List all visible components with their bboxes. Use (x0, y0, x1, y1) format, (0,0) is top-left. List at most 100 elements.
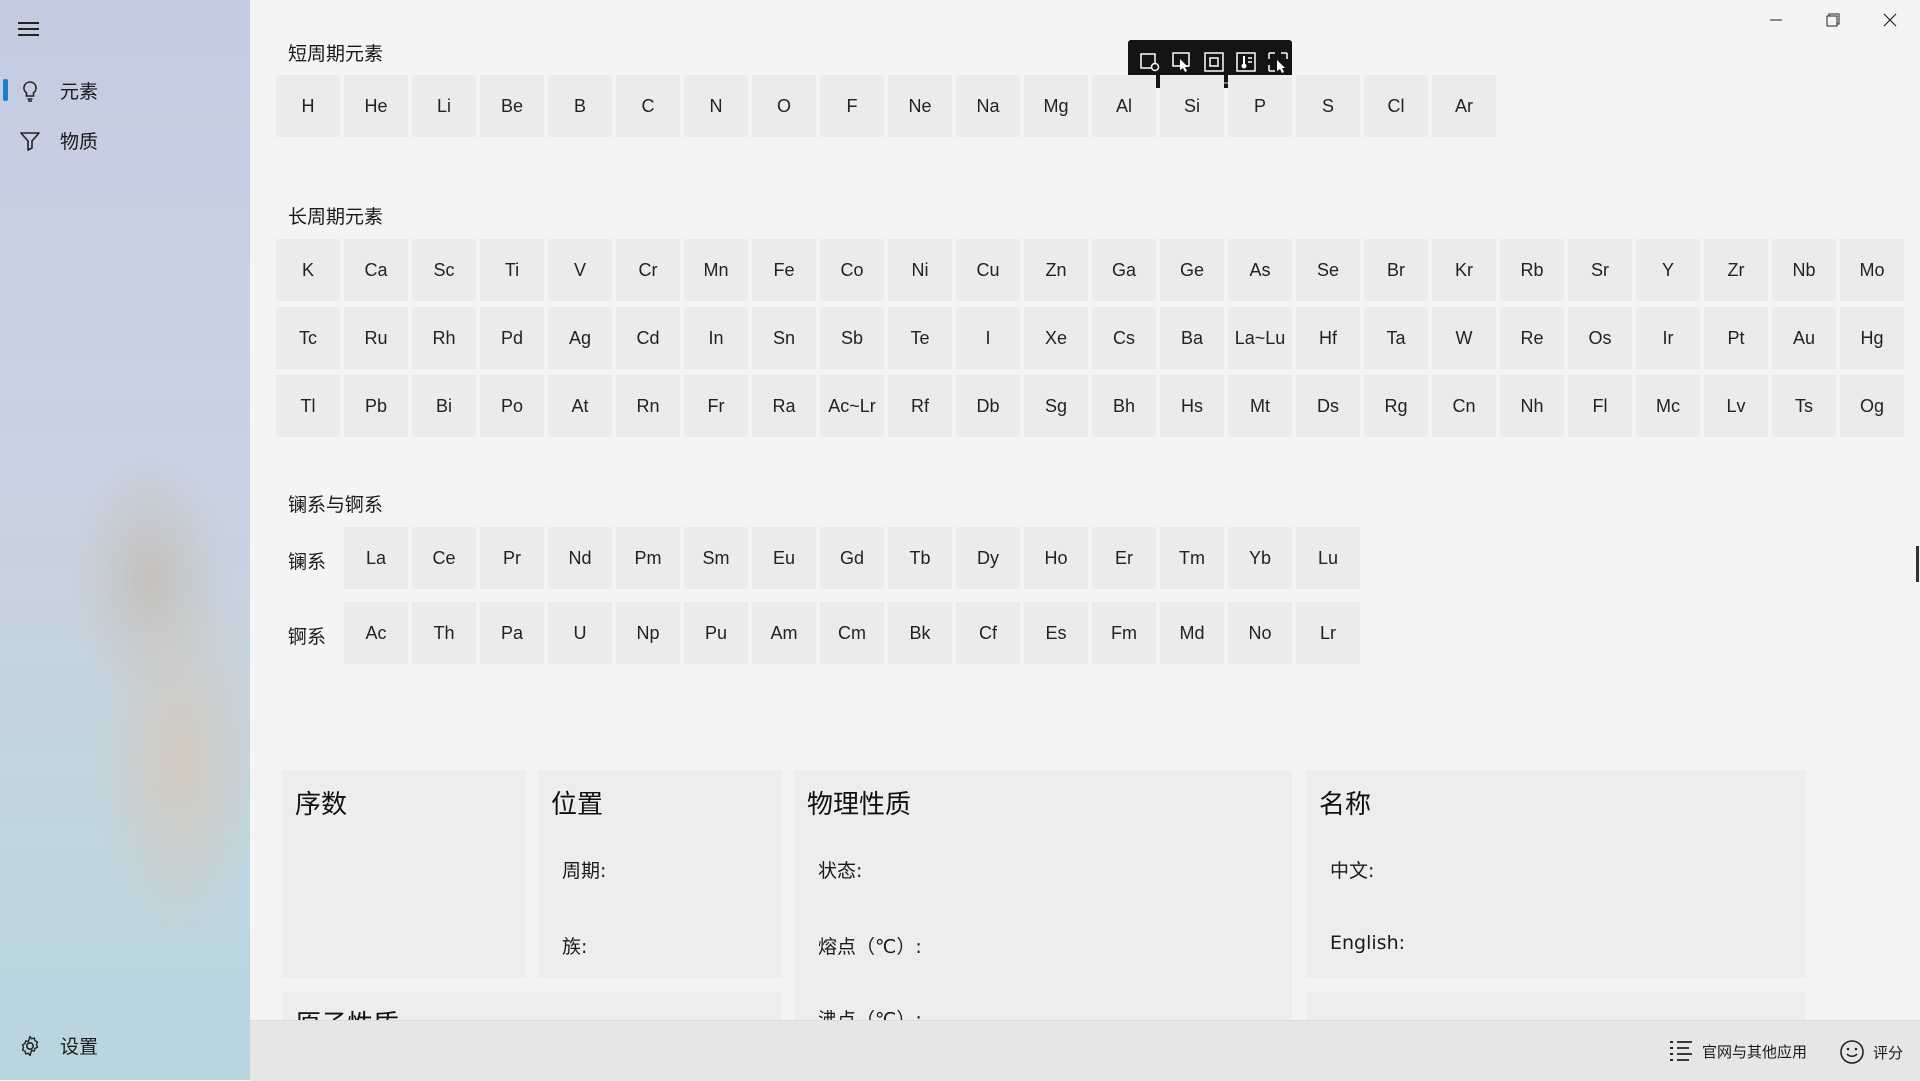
element-tile-he[interactable]: He (344, 75, 408, 137)
element-tile-sn[interactable]: Sn (752, 307, 816, 369)
element-tile-sg[interactable]: Sg (1024, 375, 1088, 437)
element-tile-y[interactable]: Y (1636, 239, 1700, 301)
element-tile-gd[interactable]: Gd (820, 527, 884, 589)
nav-item-substances[interactable]: 物质 (0, 117, 250, 163)
element-tile-na[interactable]: Na (956, 75, 1020, 137)
element-tile-sb[interactable]: Sb (820, 307, 884, 369)
element-tile-lu[interactable]: Lu (1296, 527, 1360, 589)
element-tile-nd[interactable]: Nd (548, 527, 612, 589)
hamburger-menu-icon[interactable] (18, 18, 42, 38)
element-tile-li[interactable]: Li (412, 75, 476, 137)
element-tile-ho[interactable]: Ho (1024, 527, 1088, 589)
element-tile-h[interactable]: H (276, 75, 340, 137)
element-tile-er[interactable]: Er (1092, 527, 1156, 589)
element-tile-co[interactable]: Co (820, 239, 884, 301)
element-tile-nb[interactable]: Nb (1772, 239, 1836, 301)
element-tile-xe[interactable]: Xe (1024, 307, 1088, 369)
element-tile-ra[interactable]: Ra (752, 375, 816, 437)
element-tile-ti[interactable]: Ti (480, 239, 544, 301)
minimize-button[interactable] (1752, 6, 1800, 34)
element-tile-rf[interactable]: Rf (888, 375, 952, 437)
restore-button[interactable] (1809, 6, 1857, 34)
element-tile-mn[interactable]: Mn (684, 239, 748, 301)
element-tile-tb[interactable]: Tb (888, 527, 952, 589)
element-tile-sc[interactable]: Sc (412, 239, 476, 301)
element-tile-u[interactable]: U (548, 602, 612, 664)
element-tile-be[interactable]: Be (480, 75, 544, 137)
element-tile-lr[interactable]: Lr (1296, 602, 1360, 664)
element-tile-og[interactable]: Og (1840, 375, 1904, 437)
element-tile-rb[interactable]: Rb (1500, 239, 1564, 301)
element-tile-cs[interactable]: Cs (1092, 307, 1156, 369)
element-tile-re[interactable]: Re (1500, 307, 1564, 369)
element-tile-ge[interactable]: Ge (1160, 239, 1224, 301)
element-tile-rh[interactable]: Rh (412, 307, 476, 369)
element-tile-lv[interactable]: Lv (1704, 375, 1768, 437)
temperature-icon[interactable] (1234, 50, 1258, 74)
element-tile-se[interactable]: Se (1296, 239, 1360, 301)
element-tile-pu[interactable]: Pu (684, 602, 748, 664)
element-tile-i[interactable]: I (956, 307, 1020, 369)
element-tile-ts[interactable]: Ts (1772, 375, 1836, 437)
element-tile-ce[interactable]: Ce (412, 527, 476, 589)
element-tile-th[interactable]: Th (412, 602, 476, 664)
nav-item-settings[interactable]: 设置 (0, 1022, 250, 1068)
element-tile-no[interactable]: No (1228, 602, 1292, 664)
element-tile-ru[interactable]: Ru (344, 307, 408, 369)
element-tile-la[interactable]: La (344, 527, 408, 589)
element-tile-ds[interactable]: Ds (1296, 375, 1360, 437)
element-tile-pd[interactable]: Pd (480, 307, 544, 369)
element-tile-br[interactable]: Br (1364, 239, 1428, 301)
nav-item-elements[interactable]: 元素 (0, 67, 250, 113)
element-tile-mo[interactable]: Mo (1840, 239, 1904, 301)
element-tile-ar[interactable]: Ar (1432, 75, 1496, 137)
element-tile-rg[interactable]: Rg (1364, 375, 1428, 437)
element-tile-hs[interactable]: Hs (1160, 375, 1224, 437)
element-tile-np[interactable]: Np (616, 602, 680, 664)
element-tile-fm[interactable]: Fm (1092, 602, 1156, 664)
rate-button[interactable]: 评分 (1839, 1039, 1903, 1065)
element-tile-cd[interactable]: Cd (616, 307, 680, 369)
element-tile-ba[interactable]: Ba (1160, 307, 1224, 369)
element-tile-hf[interactable]: Hf (1296, 307, 1360, 369)
element-tile-mt[interactable]: Mt (1228, 375, 1292, 437)
scrollbar-thumb[interactable] (1916, 546, 1919, 582)
element-tile-mg[interactable]: Mg (1024, 75, 1088, 137)
element-tile-in[interactable]: In (684, 307, 748, 369)
element-tile-md[interactable]: Md (1160, 602, 1224, 664)
element-tile-ga[interactable]: Ga (1092, 239, 1156, 301)
expand-cursor-icon[interactable] (1266, 50, 1290, 74)
element-tile-hg[interactable]: Hg (1840, 307, 1904, 369)
element-tile-k[interactable]: K (276, 239, 340, 301)
element-tile-s[interactable]: S (1296, 75, 1360, 137)
element-tile-fr[interactable]: Fr (684, 375, 748, 437)
element-tile-sr[interactable]: Sr (1568, 239, 1632, 301)
element-tile-ac[interactable]: Ac (344, 602, 408, 664)
fit-screen-icon[interactable] (1202, 50, 1226, 74)
element-tile-o[interactable]: O (752, 75, 816, 137)
element-tile-yb[interactable]: Yb (1228, 527, 1292, 589)
element-tile-bi[interactable]: Bi (412, 375, 476, 437)
element-tile-es[interactable]: Es (1024, 602, 1088, 664)
select-cursor-icon[interactable] (1170, 50, 1194, 74)
element-tile-db[interactable]: Db (956, 375, 1020, 437)
element-tile-bk[interactable]: Bk (888, 602, 952, 664)
element-tile-mc[interactable]: Mc (1636, 375, 1700, 437)
element-tile-bh[interactable]: Bh (1092, 375, 1156, 437)
element-tile-c[interactable]: C (616, 75, 680, 137)
element-tile-pm[interactable]: Pm (616, 527, 680, 589)
element-tile-eu[interactable]: Eu (752, 527, 816, 589)
element-tile-pa[interactable]: Pa (480, 602, 544, 664)
element-tile-n[interactable]: N (684, 75, 748, 137)
element-tile-sm[interactable]: Sm (684, 527, 748, 589)
website-apps-button[interactable]: 官网与其他应用 (1668, 1039, 1807, 1063)
element-tile-cf[interactable]: Cf (956, 602, 1020, 664)
element-tile-cn[interactable]: Cn (1432, 375, 1496, 437)
element-tile-si[interactable]: Si (1160, 75, 1224, 137)
screen-settings-icon[interactable] (1138, 50, 1162, 74)
element-tile-dy[interactable]: Dy (956, 527, 1020, 589)
element-tile-p[interactable]: P (1228, 75, 1292, 137)
element-tile-os[interactable]: Os (1568, 307, 1632, 369)
element-tile-nh[interactable]: Nh (1500, 375, 1564, 437)
element-tile-al[interactable]: Al (1092, 75, 1156, 137)
